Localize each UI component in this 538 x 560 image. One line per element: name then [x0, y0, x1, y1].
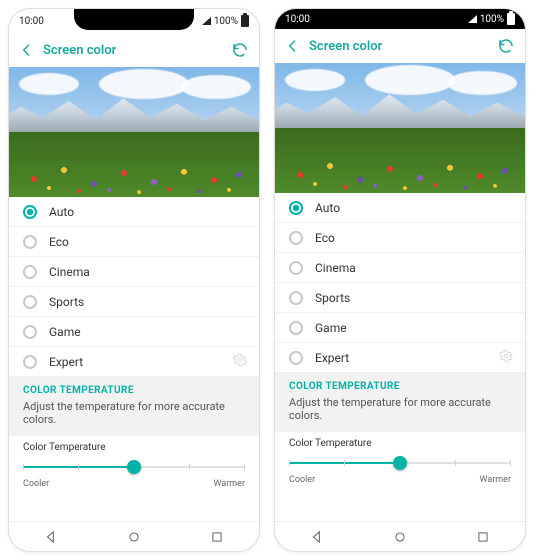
system-nav-bar: [275, 521, 525, 551]
mode-option-sports[interactable]: Sports: [275, 283, 525, 313]
mode-option-game[interactable]: Game: [275, 313, 525, 343]
mode-label: Expert: [49, 355, 83, 369]
slider-label: Color Temperature: [23, 442, 245, 453]
mode-option-sports[interactable]: Sports: [9, 287, 259, 317]
slider-thumb-icon[interactable]: [393, 456, 407, 470]
preview-image: [275, 63, 525, 193]
battery-icon: [507, 13, 515, 25]
nav-home-icon[interactable]: [127, 530, 141, 544]
app-bar: Screen color: [9, 33, 259, 67]
slider-end-cooler: Cooler: [23, 479, 49, 489]
color-temp-slider[interactable]: [289, 455, 511, 471]
mode-list: Auto Eco Cinema Sports Game Expert: [275, 193, 525, 373]
mode-label: Sports: [49, 295, 84, 309]
radio-icon: [23, 355, 37, 369]
radio-icon: [23, 265, 37, 279]
color-temp-section: COLOR TEMPERATURE Adjust the temperature…: [275, 373, 525, 432]
app-bar: Screen color: [275, 29, 525, 63]
mode-label: Cinema: [49, 265, 90, 279]
color-temp-section: COLOR TEMPERATURE Adjust the temperature…: [9, 377, 259, 436]
system-nav-bar: [9, 521, 259, 551]
battery-text: 100%: [480, 14, 504, 25]
color-temp-control: Color Temperature Cooler Warmer: [275, 432, 525, 491]
mode-label: Game: [49, 325, 81, 339]
preview-image: [9, 67, 259, 197]
mode-label: Auto: [315, 201, 340, 215]
mode-label: Eco: [315, 231, 335, 245]
mode-label: Eco: [49, 235, 69, 249]
status-time: 10:00: [19, 16, 74, 27]
radio-icon: [289, 321, 303, 335]
phone-rounded: 10:00 100% Screen color: [274, 8, 526, 552]
section-desc: Adjust the temperature for more accurate…: [23, 400, 245, 426]
status-bar: 10:00 100%: [9, 9, 259, 33]
mode-option-expert[interactable]: Expert: [275, 343, 525, 373]
section-desc: Adjust the temperature for more accurate…: [289, 396, 511, 422]
page-title: Screen color: [309, 39, 382, 54]
mode-option-eco[interactable]: Eco: [9, 227, 259, 257]
mode-option-eco[interactable]: Eco: [275, 223, 525, 253]
mode-list: Auto Eco Cinema Sports Game Expert: [9, 197, 259, 377]
mode-option-auto[interactable]: Auto: [9, 197, 259, 227]
slider-end-warmer: Warmer: [214, 479, 246, 489]
nav-recents-icon[interactable]: [476, 530, 490, 544]
mode-label: Auto: [49, 205, 74, 219]
gear-icon[interactable]: [499, 349, 513, 366]
nav-back-icon[interactable]: [44, 530, 58, 544]
radio-icon: [23, 295, 37, 309]
slider-end-warmer: Warmer: [480, 475, 512, 485]
mode-option-auto[interactable]: Auto: [275, 193, 525, 223]
mode-option-game[interactable]: Game: [9, 317, 259, 347]
mode-option-expert[interactable]: Expert: [9, 347, 259, 377]
nav-recents-icon[interactable]: [210, 530, 224, 544]
signal-icon: [202, 17, 211, 25]
status-time: 10:00: [285, 14, 310, 25]
color-temp-slider[interactable]: [23, 459, 245, 475]
nav-back-icon[interactable]: [310, 530, 324, 544]
section-title: COLOR TEMPERATURE: [289, 381, 511, 392]
back-arrow-icon[interactable]: [285, 38, 301, 54]
slider-end-cooler: Cooler: [289, 475, 315, 485]
mode-label: Game: [315, 321, 347, 335]
back-arrow-icon[interactable]: [19, 42, 35, 58]
battery-icon: [241, 15, 249, 27]
radio-icon: [289, 261, 303, 275]
reset-icon[interactable]: [497, 37, 515, 55]
reset-icon[interactable]: [231, 41, 249, 59]
mode-option-cinema[interactable]: Cinema: [9, 257, 259, 287]
section-title: COLOR TEMPERATURE: [23, 385, 245, 396]
mode-label: Expert: [315, 351, 349, 365]
mode-label: Cinema: [315, 261, 356, 275]
gear-icon[interactable]: [233, 353, 247, 370]
radio-icon: [23, 325, 37, 339]
radio-icon: [289, 291, 303, 305]
nav-home-icon[interactable]: [393, 530, 407, 544]
radio-icon: [23, 235, 37, 249]
radio-icon: [289, 201, 303, 215]
mode-label: Sports: [315, 291, 350, 305]
slider-label: Color Temperature: [289, 438, 511, 449]
radio-icon: [289, 231, 303, 245]
slider-thumb-icon[interactable]: [127, 460, 141, 474]
radio-icon: [289, 351, 303, 365]
signal-icon: [468, 15, 477, 23]
radio-icon: [23, 205, 37, 219]
battery-text: 100%: [214, 16, 238, 27]
phone-notch: 10:00 100% Screen color Au: [8, 8, 260, 552]
page-title: Screen color: [43, 43, 116, 58]
color-temp-control: Color Temperature Cooler Warmer: [9, 436, 259, 495]
display-notch: [74, 8, 194, 30]
mode-option-cinema[interactable]: Cinema: [275, 253, 525, 283]
status-bar: 10:00 100%: [275, 9, 525, 29]
